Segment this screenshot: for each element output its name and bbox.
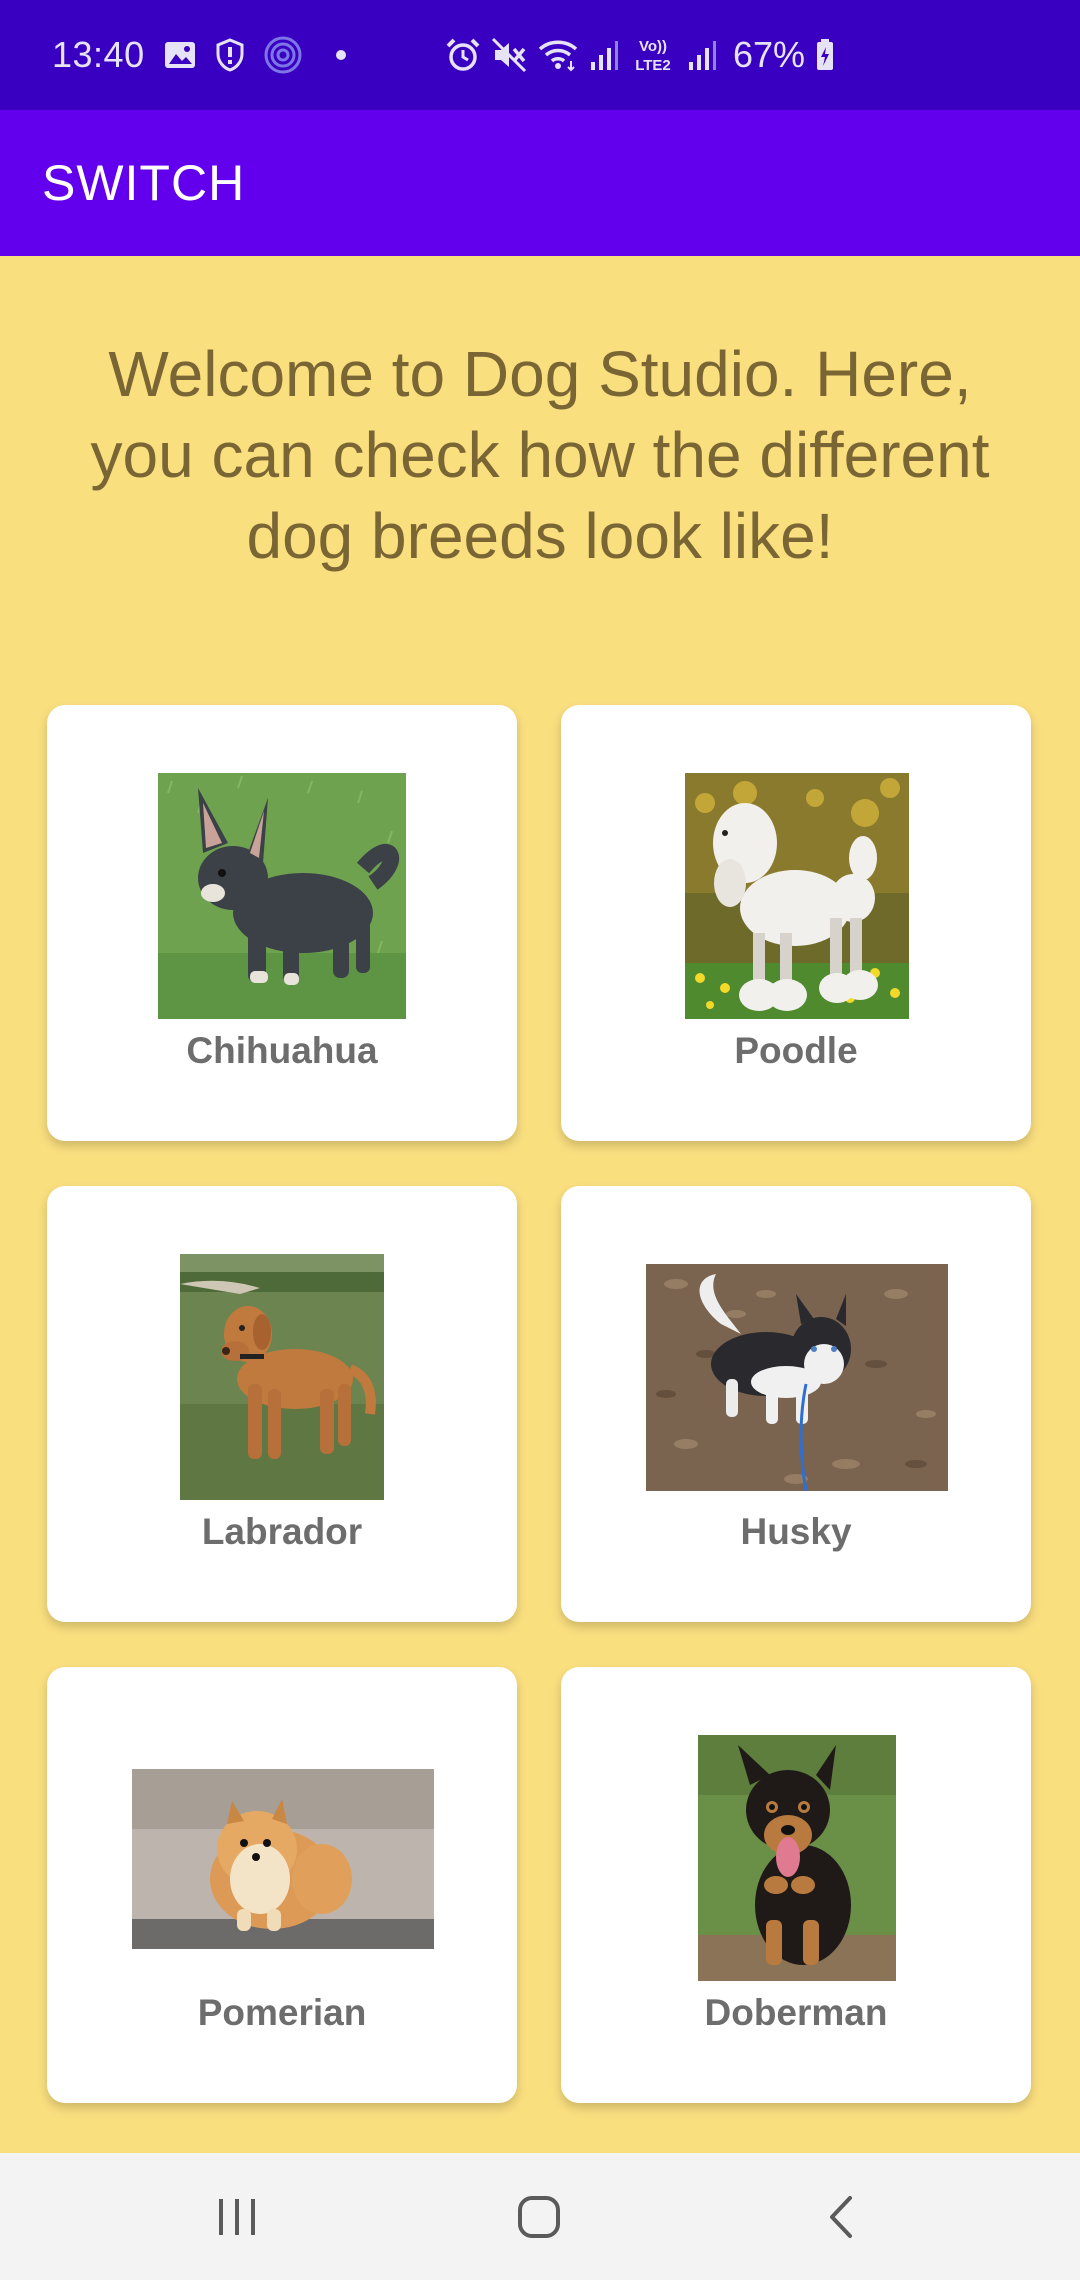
recent-apps-icon [219,2198,255,2235]
volte-icon: Vo)) LTE2 [629,35,677,75]
battery-icon [815,38,835,72]
doberman-photo [698,1735,896,1981]
back-button[interactable] [781,2153,901,2280]
breed-label: Poodle [734,1030,858,1071]
breed-label: Labrador [201,1511,363,1552]
husky-photo [646,1264,948,1491]
back-icon [830,2195,852,2238]
breed-card-chihuahua[interactable]: Chihuahua [47,705,517,1141]
dot-icon [335,49,347,61]
recent-apps-button[interactable] [177,2153,297,2280]
breed-label: Pomerian [197,1992,367,2033]
labrador-photo [180,1254,384,1500]
home-icon [518,2195,560,2238]
wifi-icon [537,37,579,73]
breed-card-pomerian[interactable]: Pomerian [47,1667,517,2103]
navigation-bar [0,2153,1080,2280]
app-title: SWITCH [42,155,246,211]
breed-label: Chihuahua [186,1030,378,1071]
chihuahua-photo [158,773,406,1019]
vpn-icon [263,35,303,75]
breed-card-doberman[interactable]: Doberman [561,1667,1031,2103]
battery-percent: 67% [733,34,806,75]
pomeranian-photo [132,1769,434,1949]
signal-icon-2 [687,38,717,72]
svg-text:Vo)): Vo)) [639,38,667,55]
signal-icon [589,38,619,72]
app-bar: SWITCH [0,110,1080,256]
shield-icon [215,38,245,72]
breed-card-husky[interactable]: Husky [561,1186,1031,1622]
poodle-photo [685,773,909,1019]
network-label: LTE2 [635,57,671,74]
status-bar: 13:40 Vo)) LTE2 67% [0,0,1080,110]
status-time: 13:40 [52,34,145,75]
gallery-icon [163,38,197,72]
welcome-text: Welcome to Dog Studio. Here, you can che… [90,338,990,572]
alarm-icon [445,37,481,73]
main-content[interactable]: Welcome to Dog Studio. Here, you can che… [0,256,1080,2153]
breed-card-poodle[interactable]: Poodle [561,705,1031,1141]
breed-label: Husky [740,1511,852,1552]
mute-icon [491,37,527,73]
breed-card-labrador[interactable]: Labrador [47,1186,517,1622]
home-button[interactable] [479,2153,599,2280]
breed-label: Doberman [704,1992,888,2033]
